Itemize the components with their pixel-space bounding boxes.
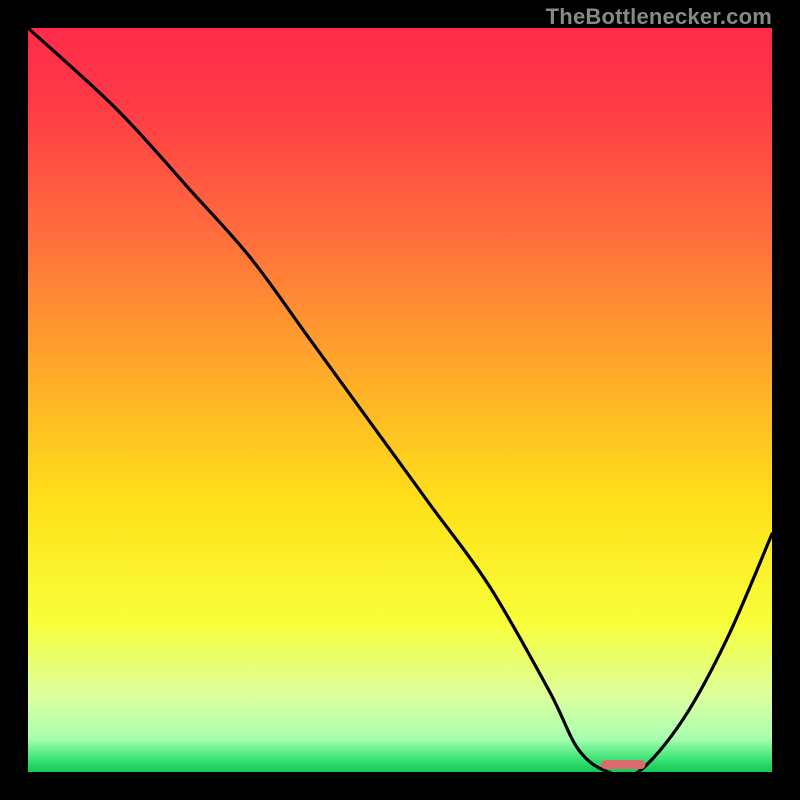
watermark-text: TheBottlenecker.com bbox=[546, 4, 772, 30]
plot-container bbox=[28, 28, 772, 772]
plot-overlay bbox=[28, 28, 772, 772]
bottleneck-curve bbox=[28, 28, 772, 772]
optimum-marker bbox=[601, 760, 646, 769]
